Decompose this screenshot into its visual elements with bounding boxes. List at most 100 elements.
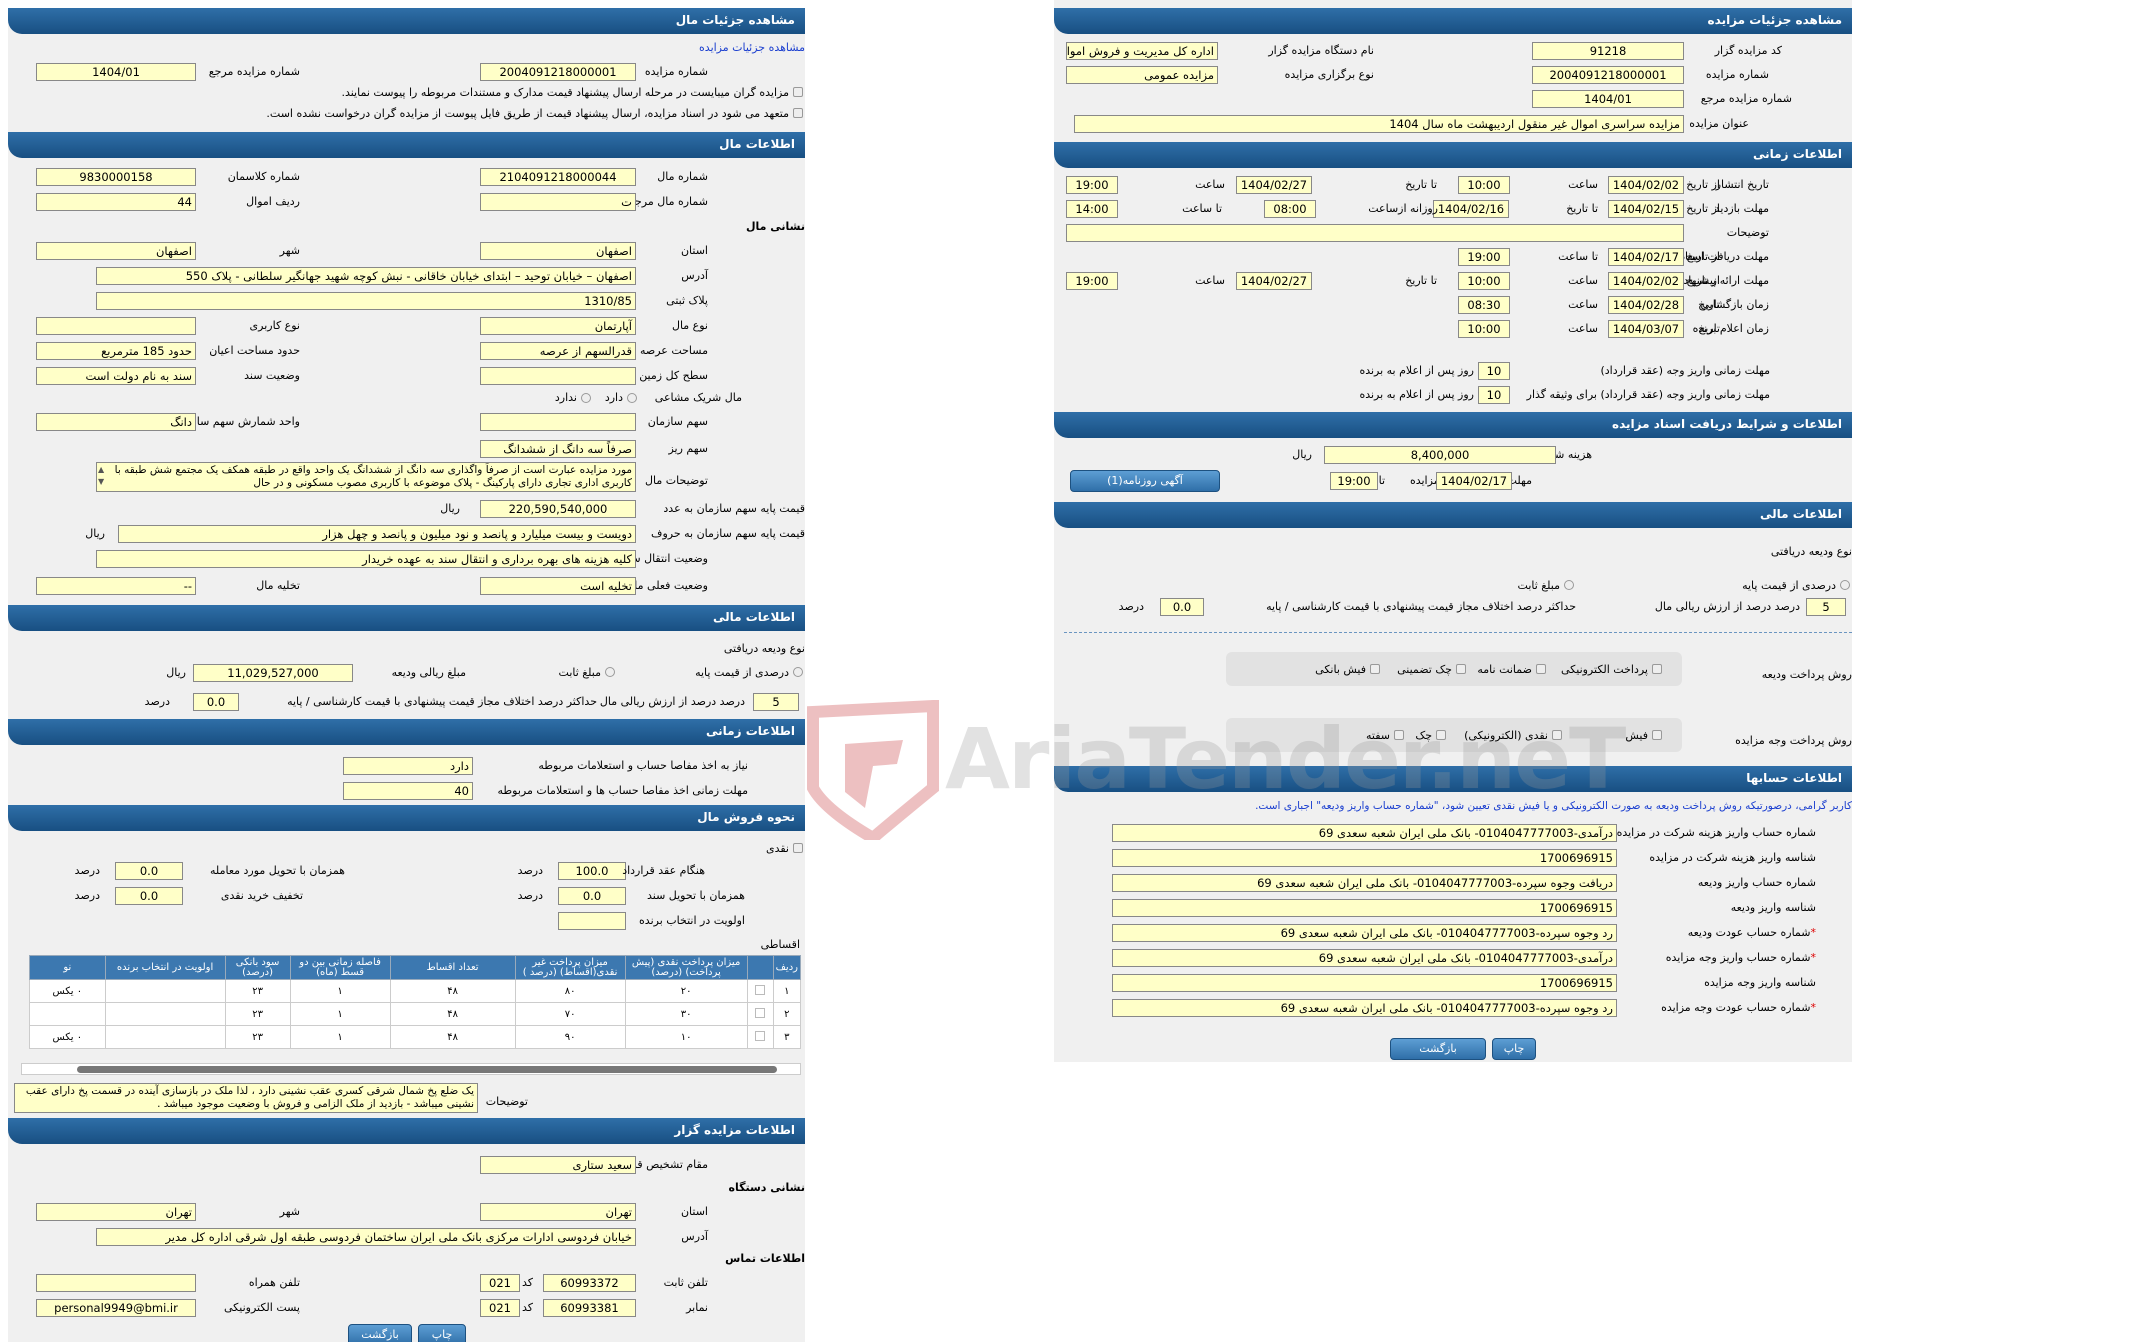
scrollbar-thumb[interactable] (77, 1066, 777, 1073)
print-button[interactable]: چاپ (1492, 1038, 1536, 1060)
org-share-field (480, 413, 636, 431)
acc5-field: رد وجوه سپرده-0104047777003- بانک ملی ای… (1112, 924, 1617, 942)
table-row: ۱ ۲۰ ۸۰ ۴۸ ۱ ۲۳ ۰ یکس (29, 979, 802, 1003)
evict-field: -- (36, 577, 196, 595)
print-button[interactable]: چاپ (418, 1324, 466, 1342)
base-price-num-field: 220,590,540,000 (480, 500, 636, 518)
deliver-label: همزمان با تحویل مورد معامله (210, 864, 345, 877)
partner-hasnot-radio (581, 393, 591, 403)
fax-field: 60993381 (543, 1299, 636, 1317)
partner-hasnot-text: ندارد (554, 391, 577, 404)
ref-no-label: شماره مزایده مرجع (208, 65, 300, 78)
pm-slip-checkbox (1652, 730, 1662, 740)
winner-time-label: ساعت (1568, 322, 1598, 335)
base-price-txt-label: قیمت پایه سهم سازمان به حروف (651, 527, 805, 540)
deposit-fixed-radio (1564, 580, 1574, 590)
row-select-checkbox[interactable] (746, 979, 774, 1003)
section-header-goods-detail: مشاهده جزئیات مال (8, 8, 805, 34)
province-label: استان (680, 244, 708, 257)
pub-from-label: از تاریخ (1686, 178, 1720, 191)
th-2: میزان پرداخت نقدی (پیش پرداخت) (درصد) (624, 955, 748, 980)
pm-slip-text: فیش (1625, 729, 1648, 742)
partner-has-radio (627, 393, 637, 403)
pub-to-time-label: ساعت (1195, 178, 1225, 191)
goods-ref-label: شماره مال مرجع (629, 195, 708, 208)
org-share-label: سهم سازمان (647, 415, 708, 428)
auction-title-field: مزایده سراسری اموال غیر منقول اردیبهشت م… (1074, 115, 1684, 133)
class-no-field: 9830000158 (36, 168, 196, 186)
cell: ۲۳ (224, 1002, 291, 1026)
th-4: تعداد اقساط (389, 955, 516, 980)
auction-no-label: شماره مزایده (1705, 68, 1769, 81)
share-unit-field: دانگ (36, 413, 196, 431)
auction-no-field: 2004091218000001 (1532, 66, 1684, 84)
open-date-field: 1404/02/28 (1608, 296, 1684, 314)
table-horizontal-scrollbar[interactable] (21, 1063, 801, 1075)
mobile-field (36, 1274, 196, 1292)
base-price-num-label: قیمت پایه سهم سازمان به عدد (663, 502, 805, 515)
deposit-percent-text: درصدی از قیمت پایه (695, 666, 789, 679)
max-diff-label: حداکثر درصد اختلاف مجاز قیمت پیشنهادی با… (287, 695, 597, 708)
payment-method-label: روش پرداخت وجه مزایده (1735, 734, 1852, 747)
row-select-checkbox[interactable] (746, 1025, 774, 1049)
pub-label: تاریخ انتشار (1715, 178, 1769, 191)
deposit-type-label: نوع ودیعه دریافتی (1770, 545, 1852, 558)
dm-cheque-text: چک تضمینی (1397, 663, 1452, 676)
hold-type-field: مزایده عمومی (1066, 66, 1218, 84)
th-6: سود بانکی (درصد) (224, 955, 291, 980)
goods-ref-field: ت (480, 193, 636, 211)
goods-desc-textarea[interactable]: مورد مزایده عبارت است از صرفاً واگذاری س… (96, 462, 636, 492)
deposit-amount-rial: ریال (166, 666, 186, 679)
section-header-financial: اطلاعات مالی (8, 605, 805, 631)
cell: ۴۸ (389, 1025, 516, 1049)
goods-desc-label: توضیحات مال (645, 474, 708, 487)
fax-code-field: 021 (480, 1299, 520, 1317)
organizer-code-label: کد مزایده گزار (1714, 44, 1782, 57)
contract-unit: درصد (517, 864, 543, 877)
desc-scroll-icon[interactable]: ▲ ▼ (98, 464, 108, 490)
open-time-label: ساعت (1568, 298, 1598, 311)
priority-label: اولویت در انتخاب برنده (639, 914, 745, 927)
org-province-label: استان (680, 1205, 708, 1218)
row-select-checkbox[interactable] (746, 1002, 774, 1026)
pay-deadline-guarantor-field: 10 (1478, 386, 1510, 404)
offer-to-time-label: ساعت (1195, 274, 1225, 287)
usage-field (36, 317, 196, 335)
docs-from-field: 1404/02/17 (1608, 248, 1684, 266)
deliver-unit: درصد (74, 864, 100, 877)
deposit-amount-field: 11,029,527,000 (193, 664, 353, 682)
class-no-label: شماره کلاسمان (227, 170, 300, 183)
docs-required-checkbox (793, 87, 803, 97)
max-diff-field: 0.0 (193, 693, 239, 711)
tel-code-field: 021 (480, 1274, 520, 1292)
org-address-heading: نشانی دستگاه (728, 1181, 805, 1194)
org-address-label: آدرس (681, 1230, 708, 1243)
acc7-field: 1700696915 (1112, 974, 1617, 992)
cell: ۰ یکس (29, 979, 106, 1003)
max-diff-label: حداکثر درصد اختلاف مجاز قیمت پیشنهادی با… (1266, 600, 1576, 613)
pm-cheque-text: چک (1415, 729, 1432, 742)
section-header-goods-info: اطلاعات مال (8, 132, 805, 158)
back-button[interactable]: بازگشت (348, 1324, 412, 1342)
cell (104, 1002, 226, 1026)
newspaper-ad-button[interactable]: آگهی روزنامه(1) (1070, 470, 1220, 492)
deposit-percent-radio (793, 667, 803, 677)
ref-no-field: 1404/01 (36, 63, 196, 81)
deposit-fixed-text: مبلغ ثابت (558, 666, 601, 679)
priority-field (558, 912, 626, 930)
goods-no-label: شماره مال (657, 170, 708, 183)
org-province-field: تهران (480, 1203, 636, 1221)
visit-to-label: تا تاریخ (1566, 202, 1598, 215)
building-area-label: حدود مساحت اعیان (209, 344, 300, 357)
cell (104, 1025, 226, 1049)
sale-notes-textarea[interactable]: یک ضلع پخ شمال شرقی کسری عقب نشینی دارد … (14, 1083, 478, 1113)
section-header-financial: اطلاعات مالی (1054, 502, 1852, 528)
docs-required-text: مزایده گران میبایست در مرحله ارسال پیشنه… (341, 86, 789, 99)
auction-detail-link[interactable]: مشاهده جزئیات مزایده (699, 41, 805, 54)
cell (29, 1002, 106, 1026)
open-date-label: تاریخ (1698, 298, 1720, 311)
base-price-rial-label: ریال (440, 502, 460, 515)
back-button[interactable]: بازگشت (1390, 1038, 1486, 1060)
city-label: شهر (279, 244, 300, 257)
email-label: پست الکترونیکی (224, 1301, 300, 1314)
